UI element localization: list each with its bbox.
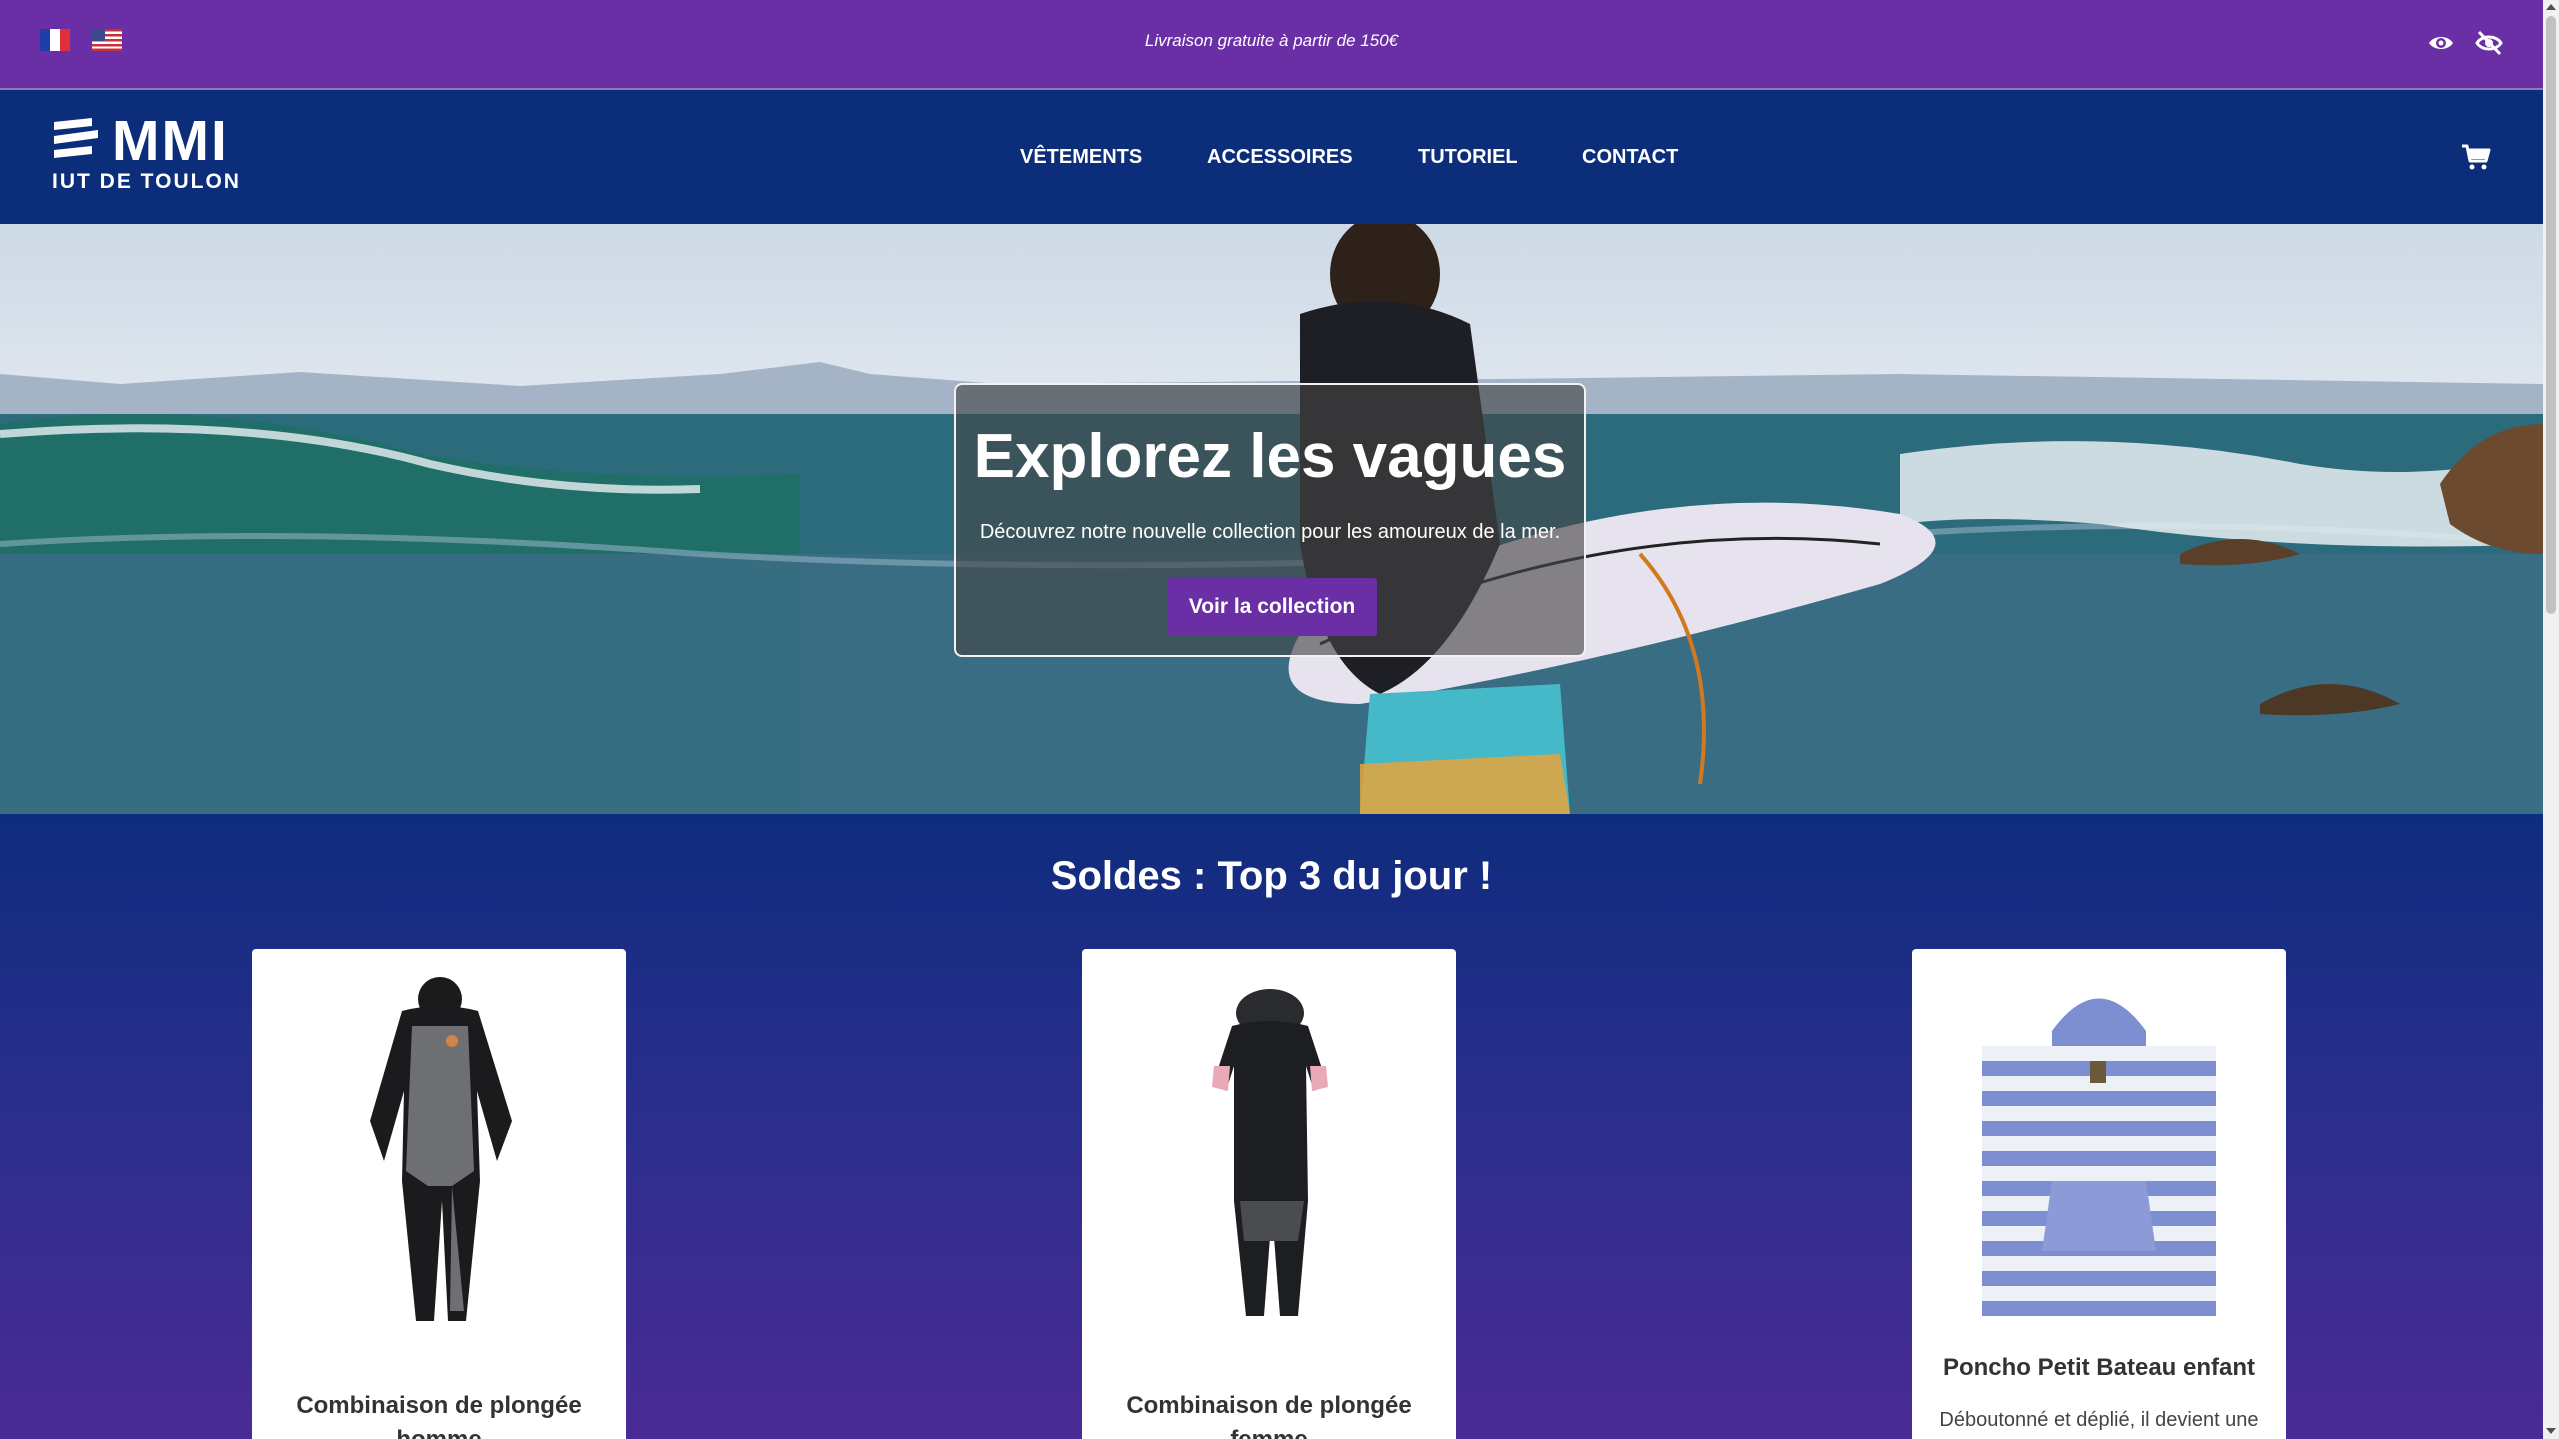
product-card-men-wetsuit[interactable]: Combinaison de plongée homme (252, 949, 626, 1439)
women-wetsuit-image (1212, 989, 1328, 1316)
scroll-down-arrow-icon[interactable] (2546, 1428, 2556, 1434)
top-promo-bar: Livraison gratuite à partir de 150€ (0, 0, 2543, 90)
sales-section: Soldes : Top 3 du jour ! Combinaison de … (0, 814, 2543, 1439)
product-card-kids-poncho[interactable]: Poncho Petit Bateau enfant Déboutonné et… (1912, 949, 2286, 1439)
product-card-women-wetsuit[interactable]: Combinaison de plongée femme (1082, 949, 1456, 1439)
scroll-up-arrow-icon[interactable] (2546, 4, 2556, 10)
nav-tutoriel[interactable]: TUTORIEL (1418, 146, 1518, 169)
men-wetsuit-image (370, 977, 512, 1321)
nav-contact[interactable]: CONTACT (1582, 146, 1678, 169)
main-navigation: VÊTEMENTS ACCESSOIRES TUTORIEL CONTACT (0, 146, 2543, 176)
main-header: MMI IUT DE TOULON VÊTEMENTS ACCESSOIRES … (0, 90, 2543, 224)
free-shipping-text: Livraison gratuite à partir de 150€ (1144, 31, 1399, 50)
product-description: Déboutonné et déplié, il devient une (1939, 1409, 2259, 1431)
hero-title: Explorez les vagues (973, 422, 1567, 491)
cart-icon[interactable] (2461, 142, 2491, 172)
page-scrollbar[interactable] (2543, 0, 2559, 1439)
kids-poncho-image (1982, 998, 2216, 1316)
product-name: Poncho Petit Bateau enfant (1942, 1354, 2256, 1381)
eye-slash-icon[interactable] (2474, 28, 2504, 58)
hero-card: Explorez les vagues Découvrez notre nouv… (954, 383, 1586, 657)
view-collection-button[interactable]: Voir la collection (1167, 578, 1377, 636)
product-name: Combinaison de plongée homme (296, 1392, 582, 1439)
product-name: Combinaison de plongée femme (1126, 1392, 1412, 1439)
nav-vetements[interactable]: VÊTEMENTS (1020, 146, 1142, 169)
scrollbar-thumb[interactable] (2546, 16, 2556, 614)
page: Livraison gratuite à partir de 150€ MMI … (0, 0, 2543, 1439)
hero-subtitle: Découvrez notre nouvelle collection pour… (979, 521, 1561, 543)
sales-title: Soldes : Top 3 du jour ! (1050, 854, 1493, 898)
eye-icon[interactable] (2426, 28, 2456, 58)
nav-accessoires[interactable]: ACCESSOIRES (1207, 146, 1353, 169)
hero-banner: Explorez les vagues Découvrez notre nouv… (0, 224, 2543, 814)
